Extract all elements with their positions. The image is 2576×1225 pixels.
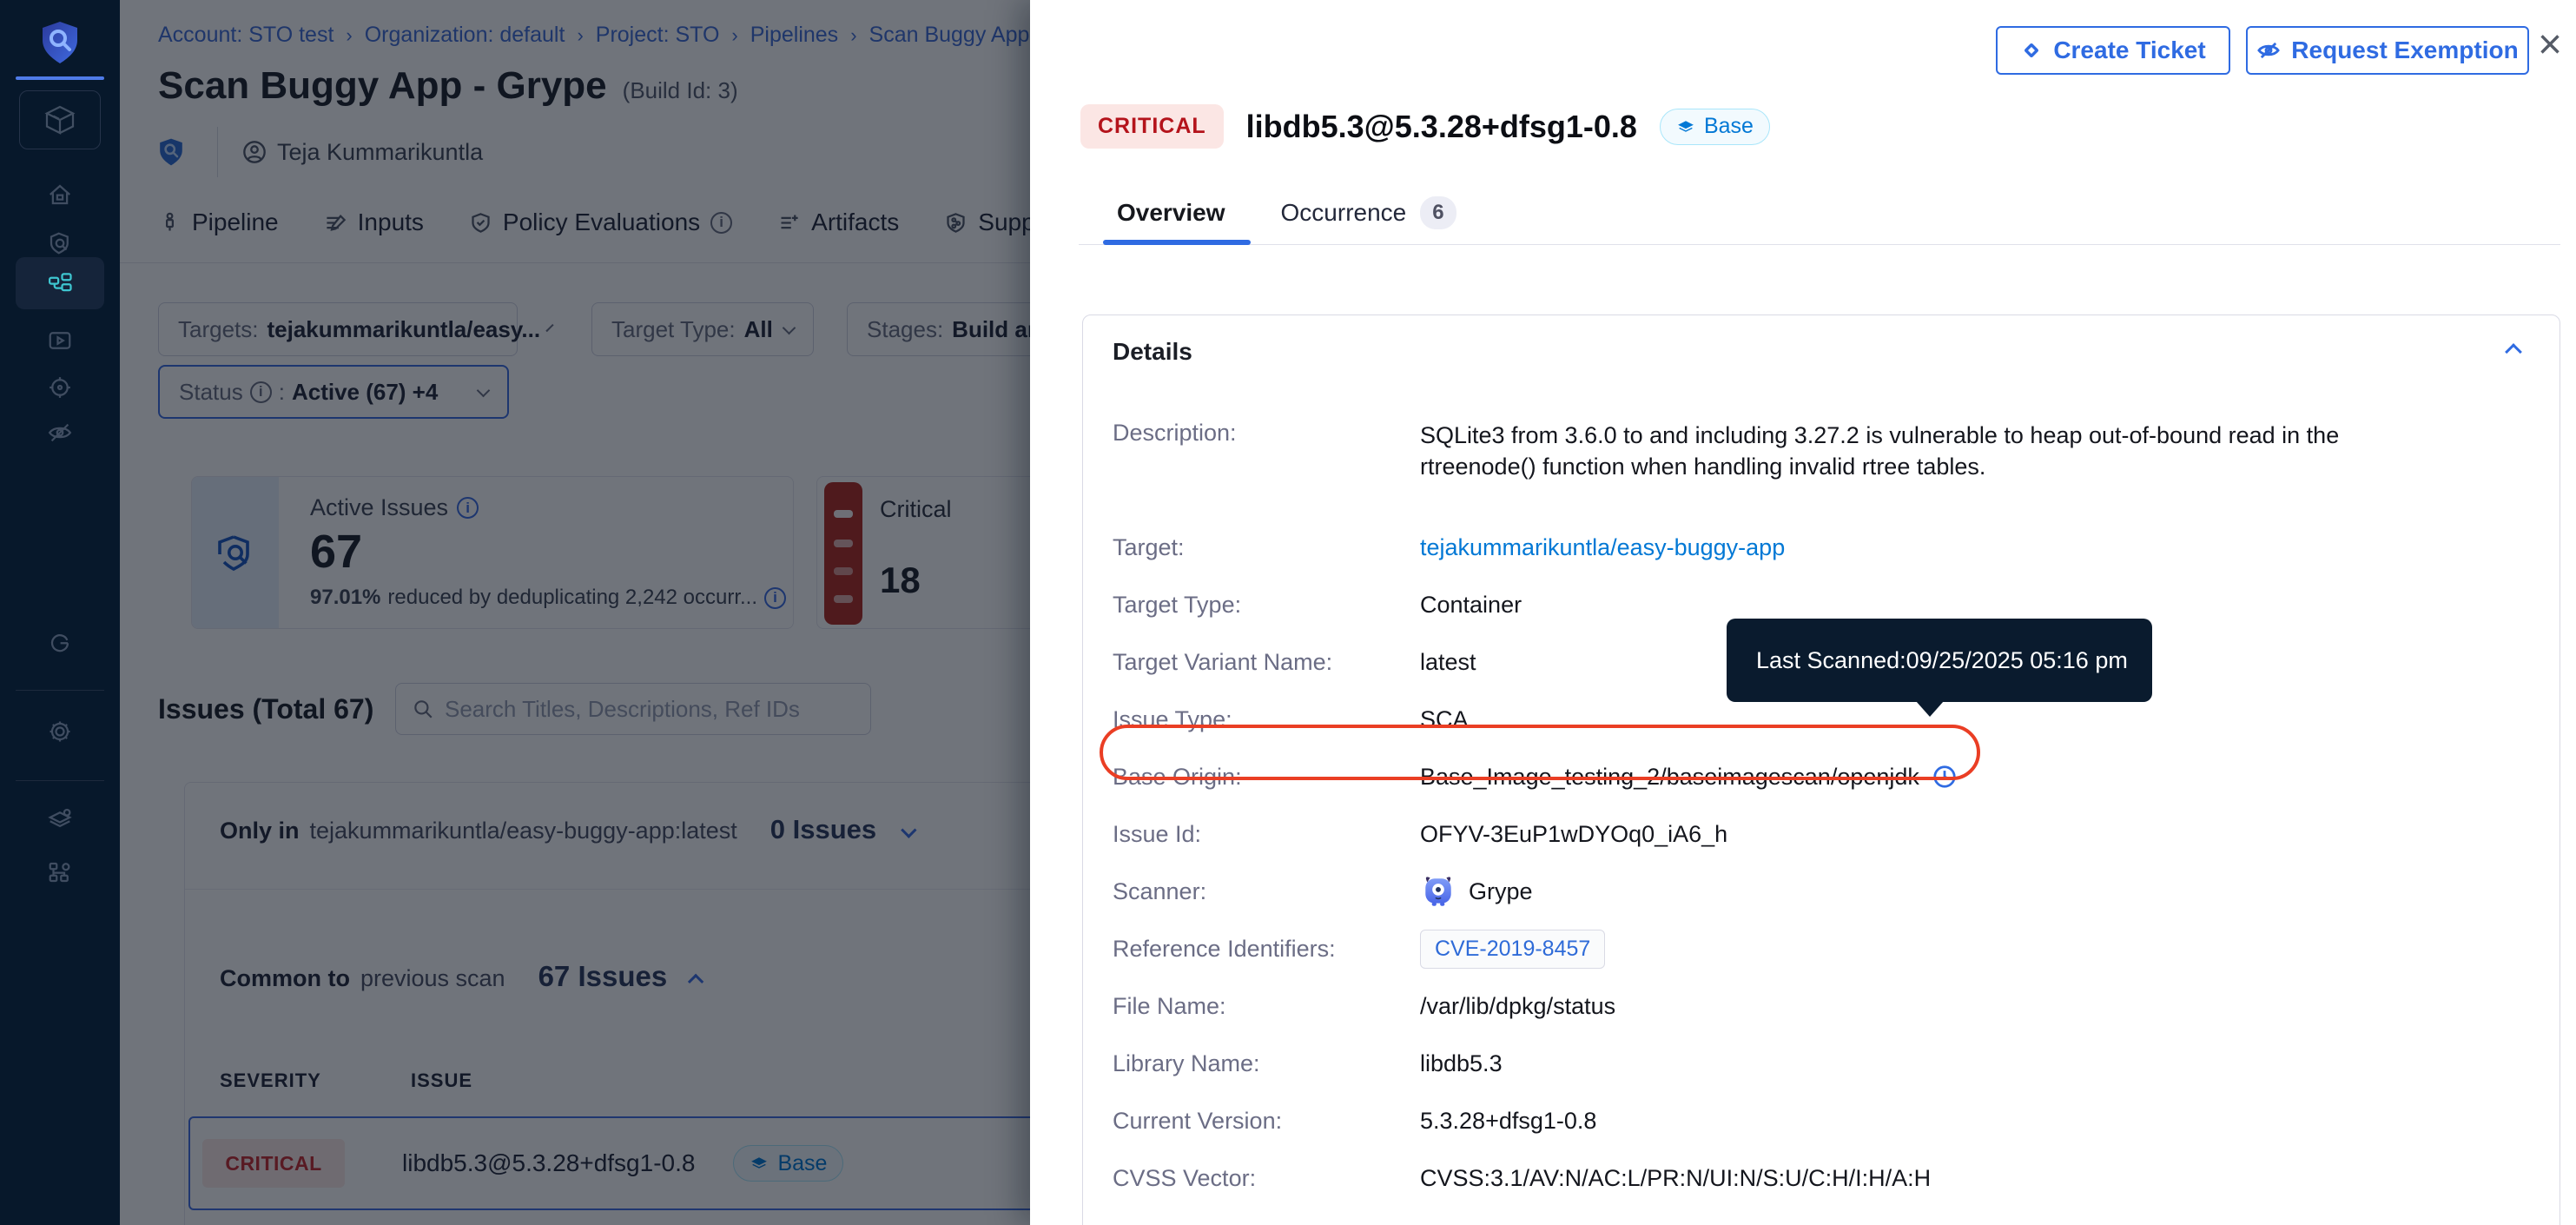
sidebar-item-home[interactable] (0, 170, 120, 219)
details-heading: Details (1113, 338, 1192, 366)
sidebar-item-targets[interactable] (0, 363, 120, 412)
sto-logo-icon[interactable] (40, 21, 80, 64)
sidebar-item-settings[interactable] (0, 707, 120, 756)
pipeline-icon (47, 270, 73, 296)
tabs-divider (1079, 244, 2560, 245)
home-icon (47, 182, 73, 208)
tab-overview[interactable]: Overview (1117, 199, 1225, 227)
eye-off-icon (47, 420, 73, 446)
detail-row-file-name: File Name: /var/lib/dpkg/status (1113, 977, 2530, 1035)
sidebar-item-getting-started[interactable] (0, 619, 120, 667)
collapse-chevron-icon[interactable] (2505, 343, 2522, 361)
modal-backdrop[interactable] (120, 0, 1030, 1225)
last-scanned-tooltip: Last Scanned:09/25/2025 05:16 pm (1727, 619, 2152, 702)
detail-row-library-name: Library Name: libdb5.3 (1113, 1035, 2530, 1092)
target-icon (47, 374, 73, 401)
detail-row-scanner: Scanner: Grype (1113, 863, 2530, 920)
sidebar-item-org-settings[interactable] (0, 848, 120, 897)
sidebar-divider (16, 780, 104, 781)
cube-icon (43, 103, 77, 137)
active-tab-underline (1103, 240, 1251, 245)
detail-row-cvss-version: CVSS Version: CVSS v3 (1113, 1207, 2530, 1225)
detail-row-target: Target: tejakummarikuntla/easy-buggy-app (1113, 519, 2530, 576)
eye-off-icon (2256, 38, 2281, 63)
grype-scanner-icon (1420, 873, 1456, 910)
cve-link[interactable]: CVE-2019-8457 (1420, 930, 1605, 969)
issue-title: libdb5.3@5.3.28+dfsg1-0.8 (1246, 109, 1637, 145)
module-active-line (16, 76, 104, 80)
layers-icon (1676, 117, 1695, 136)
request-exemption-button[interactable]: Request Exemption (2246, 26, 2529, 75)
severity-badge: CRITICAL (1080, 104, 1224, 149)
detail-row-base-origin: Base Origin: Base_Image_testing_2/baseim… (1113, 748, 2530, 805)
getting-started-icon (47, 630, 73, 656)
sidebar-item-default-settings[interactable] (0, 796, 120, 844)
detail-row-current-version: Current Version: 5.3.28+dfsg1-0.8 (1113, 1092, 2530, 1149)
detail-row-description: Description: SQLite3 from 3.6.0 to and i… (1113, 411, 2530, 519)
left-nav (0, 0, 120, 1225)
tab-occurrence[interactable]: Occurrence 6 (1281, 196, 1456, 229)
occurrence-count-badge: 6 (1420, 196, 1456, 229)
module-selector[interactable] (19, 90, 101, 149)
details-card: Details Description: SQLite3 from 3.6.0 … (1082, 315, 2560, 1225)
issue-details-drawer: Create Ticket Request Exemption × CRITIC… (1030, 0, 2576, 1225)
executions-icon (47, 328, 73, 354)
sidebar-item-pipelines[interactable] (16, 257, 104, 309)
last-scanned-clock-icon[interactable] (1932, 764, 1958, 790)
ticket-diamond-icon (2020, 39, 2043, 62)
base-tag: Base (1660, 109, 1770, 145)
target-link[interactable]: tejakummarikuntla/easy-buggy-app (1420, 534, 1785, 561)
close-icon[interactable]: × (2538, 19, 2562, 71)
sidebar-item-exemptions[interactable] (0, 408, 120, 457)
sidebar-divider (16, 690, 104, 691)
layers-gear-icon (47, 807, 73, 833)
detail-row-issue-id: Issue Id: OFYV-3EuP1wDYOq0_iA6_h (1113, 805, 2530, 863)
detail-row-cvss-vector: CVSS Vector: CVSS:3.1/AV:N/AC:L/PR:N/UI:… (1113, 1149, 2530, 1207)
gear-icon (47, 718, 73, 745)
shield-search-icon (47, 230, 73, 256)
detail-row-reference-identifiers: Reference Identifiers: CVE-2019-8457 (1113, 920, 2530, 977)
app-root: Account: STO test› Organization: default… (0, 0, 2576, 1225)
create-ticket-button[interactable]: Create Ticket (1996, 26, 2230, 75)
hierarchy-gear-icon (47, 859, 73, 885)
sidebar-item-executions[interactable] (0, 316, 120, 365)
